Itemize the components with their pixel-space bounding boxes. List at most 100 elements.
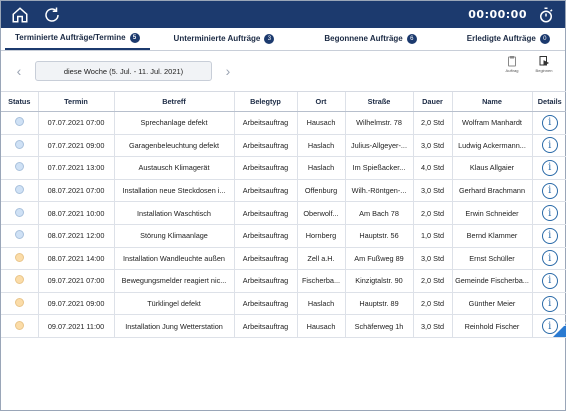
refresh-icon[interactable]	[41, 4, 63, 26]
strasse-cell: Wilh.-Röntgen-...	[344, 179, 413, 203]
column-header[interactable]: Belegtyp	[233, 91, 297, 112]
column-header[interactable]: Name	[451, 91, 532, 112]
tab-erledigte[interactable]: Erledigte Aufträge 0	[457, 27, 560, 50]
status-cell	[1, 201, 38, 225]
dauer-cell: 2,0 Std	[412, 292, 452, 316]
betreff-cell: Bewegungsmelder reagiert nic...	[113, 269, 234, 293]
status-cell	[1, 111, 38, 135]
betreff-cell: Installation Waschtisch	[113, 201, 234, 225]
name-cell: Wolfram Manhardt	[451, 111, 532, 135]
details-cell: i	[531, 224, 566, 248]
table-row[interactable]: 07.07.2021 09:00 Garagenbeleuchtung defek…	[1, 134, 566, 158]
chevron-right-icon[interactable]: ›	[220, 63, 236, 79]
week-range[interactable]: diese Woche (5. Jul. - 11. Jul. 2021)	[35, 61, 212, 81]
beginnen-label: Beginnen	[535, 68, 553, 73]
beginnen-button[interactable]: Beginnen	[533, 55, 555, 73]
betreff-cell: Installation Jung Wetterstation	[113, 314, 234, 338]
strasse-cell: Julius-Allgeyer-...	[344, 134, 413, 158]
week-selector: ‹ diese Woche (5. Jul. - 11. Jul. 2021) …	[1, 51, 565, 91]
belegtyp-cell: Arbeitsauftrag	[233, 179, 297, 203]
tab-terminierte[interactable]: Terminierte Aufträge/Termine 5	[5, 27, 150, 50]
chevron-left-icon[interactable]: ‹	[11, 63, 27, 79]
column-header[interactable]: Betreff	[113, 91, 234, 112]
ort-cell: Oberwolf...	[296, 201, 345, 225]
termin-cell: 08.07.2021 10:00	[37, 201, 114, 225]
betreff-cell: Austausch Klimagerät	[113, 156, 234, 180]
column-header[interactable]: Status	[1, 91, 38, 112]
betreff-cell: Installation Wandleuchte außen	[113, 247, 234, 271]
column-header[interactable]: Ort	[296, 91, 345, 112]
termin-cell: 09.07.2021 11:00	[37, 314, 114, 338]
info-icon[interactable]: i	[541, 205, 558, 222]
betreff-cell: Sprechanlage defekt	[113, 111, 234, 135]
info-icon[interactable]: i	[541, 182, 558, 199]
column-header[interactable]: Straße	[344, 91, 413, 112]
belegtyp-cell: Arbeitsauftrag	[233, 269, 297, 293]
column-header[interactable]: Details	[531, 91, 566, 112]
column-header[interactable]: Dauer	[412, 91, 452, 112]
info-icon[interactable]: i	[541, 295, 558, 312]
strasse-cell: Am Bach 78	[344, 201, 413, 225]
status-indicator	[14, 275, 24, 285]
details-cell: i	[531, 292, 566, 316]
info-icon[interactable]: i	[541, 272, 558, 289]
dauer-cell: 1,0 Std	[412, 224, 452, 248]
status-indicator	[14, 230, 24, 240]
ort-cell: Zell a.H.	[296, 247, 345, 271]
table-row[interactable]: 07.07.2021 13:00 Austausch Klimagerät Arbe…	[1, 156, 566, 180]
ort-cell: Haslach	[296, 156, 345, 180]
info-icon[interactable]: i	[541, 227, 558, 244]
belegtyp-cell: Arbeitsauftrag	[233, 224, 297, 248]
stopwatch-icon[interactable]	[535, 4, 557, 26]
dauer-cell: 3,0 Std	[412, 134, 452, 158]
belegtyp-cell: Arbeitsauftrag	[233, 156, 297, 180]
details-cell: i2	[531, 314, 566, 338]
dauer-cell: 3,0 Std	[412, 247, 452, 271]
ort-cell: Hornberg	[296, 224, 345, 248]
table-row[interactable]: 08.07.2021 14:00 Installation Wandleuchte…	[1, 247, 566, 271]
auftrag-button[interactable]: Auftrag	[501, 55, 523, 73]
ort-cell: Hausach	[296, 314, 345, 338]
dauer-cell: 3,0 Std	[412, 179, 452, 203]
name-cell: Ernst Schüller	[451, 247, 532, 271]
info-icon[interactable]: i	[541, 159, 558, 176]
status-cell	[1, 269, 38, 293]
info-icon[interactable]: i	[541, 114, 558, 131]
count-badge: 0	[539, 33, 550, 44]
dauer-cell: 2,0 Std	[412, 201, 452, 225]
tab-begonnene[interactable]: Begonnene Aufträge 6	[314, 27, 426, 50]
termin-cell: 08.07.2021 07:00	[37, 179, 114, 203]
status-indicator	[14, 139, 24, 149]
column-header[interactable]: Termin	[37, 91, 114, 112]
strasse-cell: Im Spießacker...	[344, 156, 413, 180]
table-row[interactable]: 08.07.2021 07:00 Installation neue Steckd…	[1, 179, 566, 203]
termin-cell: 09.07.2021 09:00	[37, 292, 114, 316]
tab-bar: Terminierte Aufträge/Termine 5 Untermini…	[1, 28, 565, 51]
home-icon[interactable]	[9, 4, 31, 26]
termin-cell: 08.07.2021 12:00	[37, 224, 114, 248]
table-row[interactable]: 07.07.2021 07:00 Sprechanlage defekt Arbei…	[1, 111, 566, 135]
ort-cell: Fischerba...	[296, 269, 345, 293]
termin-cell: 07.07.2021 13:00	[37, 156, 114, 180]
termin-cell: 07.07.2021 07:00	[37, 111, 114, 135]
status-cell	[1, 314, 38, 338]
auftrag-label: Auftrag	[505, 68, 519, 73]
betreff-cell: Türklingel defekt	[113, 292, 234, 316]
details-cell: i	[531, 201, 566, 225]
table-body: 07.07.2021 07:00 Sprechanlage defekt Arbei…	[1, 111, 566, 338]
table-row[interactable]: 08.07.2021 10:00 Installation Waschtisch A…	[1, 201, 566, 225]
tab-label: Begonnene Aufträge	[324, 34, 403, 43]
betreff-cell: Störung Klimaanlage	[113, 224, 234, 248]
dauer-cell: 2,0 Std	[412, 269, 452, 293]
table-row[interactable]: 08.07.2021 12:00 Störung Klimaanlage Arbei…	[1, 224, 566, 248]
name-cell: Ludwig Ackermann...	[451, 134, 532, 158]
tab-unterminierte[interactable]: Unterminierte Aufträge 3	[164, 27, 285, 50]
belegtyp-cell: Arbeitsauftrag	[233, 134, 297, 158]
count-badge: 3	[264, 33, 275, 44]
info-icon[interactable]: i	[541, 250, 558, 267]
ort-cell: Haslach	[296, 134, 345, 158]
table-row[interactable]: 09.07.2021 07:00 Bewegungsmelder reagiert…	[1, 269, 566, 293]
table-row[interactable]: 09.07.2021 11:00 Installation Jung Wetter…	[1, 314, 566, 338]
info-icon[interactable]: i	[541, 137, 558, 154]
table-row[interactable]: 09.07.2021 09:00 Türklingel defekt Arbeits…	[1, 292, 566, 316]
